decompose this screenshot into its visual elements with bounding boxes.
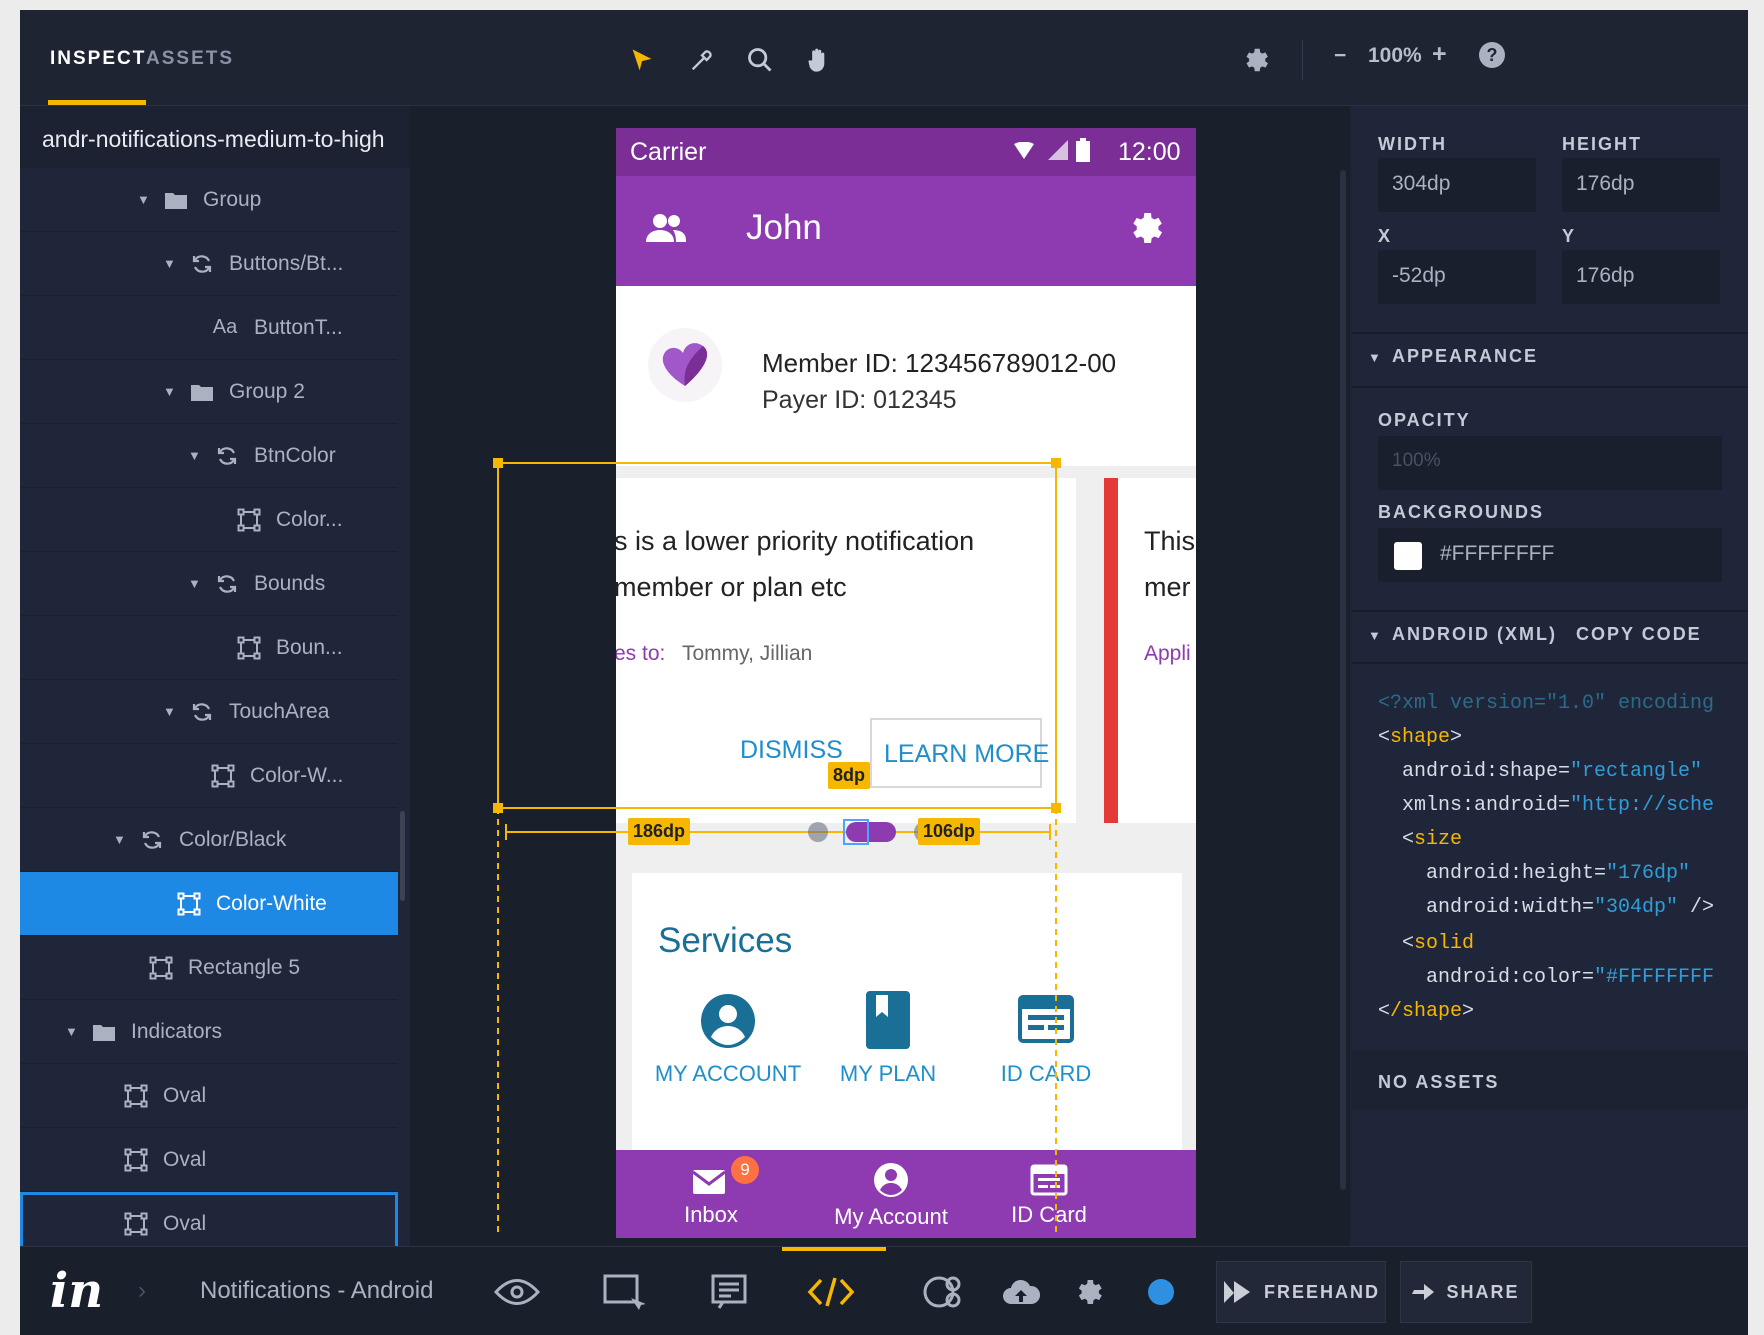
code-line: android:height="176dp" (1426, 862, 1691, 885)
preview-icon[interactable] (492, 1267, 542, 1317)
copy-code-button[interactable]: COPY CODE (1576, 624, 1702, 645)
section-divider (1352, 610, 1748, 612)
measure-gap: 8dp (828, 762, 871, 789)
selection-box (497, 462, 1057, 809)
code-line: <size (1402, 828, 1463, 851)
freehand-button[interactable]: FREEHAND (1216, 1261, 1386, 1323)
indicator-active (846, 822, 896, 842)
measurement-overlay (493, 458, 1061, 1235)
y-label: Y (1562, 226, 1577, 246)
code-line: xmlns:android="http://sche (1402, 794, 1715, 817)
measure-right: 106dp (918, 818, 981, 845)
height-label: HEIGHT (1562, 134, 1643, 154)
width-label: WIDTH (1378, 134, 1447, 154)
properties-panel: WIDTH HEIGHT 304dp 176dp X Y -52dp 176dp… (1352, 106, 1748, 1246)
help-icon[interactable]: ? (1479, 42, 1505, 68)
selection-handle (493, 458, 503, 468)
height-field[interactable]: 176dp (1562, 158, 1720, 212)
bottom-toolbar: in › Notifications - Android FREEHAND SH… (20, 1246, 1748, 1335)
share-label: SHARE (1446, 1281, 1520, 1302)
width-field[interactable]: 304dp (1378, 158, 1536, 212)
measure-left: 186dp (628, 818, 691, 845)
indicator-dot (808, 822, 828, 842)
freehand-icon (1223, 1281, 1250, 1303)
code-line: <solid (1402, 932, 1475, 955)
y-field[interactable]: 176dp (1562, 250, 1720, 304)
appearance-header[interactable]: APPEARANCE (1392, 346, 1538, 367)
upload-cloud-icon[interactable] (996, 1267, 1046, 1317)
freehand-label: FREEHAND (1263, 1281, 1380, 1302)
inspect-app: INSPECT ASSETS − 100% + ? andr-notificat… (20, 10, 1748, 1335)
active-mode-indicator (782, 1247, 886, 1251)
build-mode-icon[interactable] (598, 1267, 648, 1317)
share-arrow-icon (1412, 1284, 1435, 1300)
settings-gear-icon[interactable] (1064, 1267, 1114, 1317)
android-xml-header[interactable]: ANDROID (XML) (1392, 624, 1557, 645)
background-field[interactable]: #FFFFFFFF (1378, 528, 1722, 582)
project-name[interactable]: Notifications - Android (200, 1277, 433, 1305)
code-line: <shape> (1378, 726, 1463, 749)
section-divider (1352, 662, 1748, 664)
code-line: </shape> (1378, 1000, 1475, 1023)
section-divider (1352, 386, 1748, 388)
code-line: android:width="304dp" /> (1426, 896, 1715, 919)
section-divider (1352, 332, 1748, 334)
comment-icon[interactable] (704, 1267, 754, 1317)
backgrounds-label: BACKGROUNDS (1378, 502, 1544, 522)
background-value: #FFFFFFFF (1440, 542, 1555, 565)
zoom-level: 100% (1368, 44, 1422, 67)
share-button[interactable]: SHARE (1400, 1261, 1532, 1323)
status-dot-icon[interactable] (1136, 1267, 1186, 1317)
code-line: android:color="#FFFFFFFF (1426, 966, 1715, 989)
opacity-label: OPACITY (1378, 410, 1471, 430)
assets-section: NO ASSETS (1352, 1050, 1748, 1110)
selection-handle (1051, 458, 1061, 468)
zoom-in-button[interactable]: + (1432, 40, 1447, 69)
inspect-code-icon[interactable] (806, 1267, 856, 1317)
collapse-arrow-icon[interactable]: ▼ (1368, 350, 1381, 365)
no-assets-label: NO ASSETS (1378, 1072, 1500, 1092)
opacity-field[interactable]: 100% (1378, 436, 1722, 490)
code-line: <?xml version="1.0" encoding (1378, 692, 1715, 715)
code-line: android:shape="rectangle" (1402, 760, 1703, 783)
collapse-arrow-icon[interactable]: ▼ (1368, 628, 1381, 643)
x-label: X (1378, 226, 1393, 246)
breadcrumb-chevron-icon: › (138, 1277, 146, 1304)
color-swatch[interactable] (1394, 542, 1422, 570)
invision-logo[interactable]: in (50, 1263, 103, 1319)
history-icon[interactable] (918, 1267, 968, 1317)
x-field[interactable]: -52dp (1378, 250, 1536, 304)
